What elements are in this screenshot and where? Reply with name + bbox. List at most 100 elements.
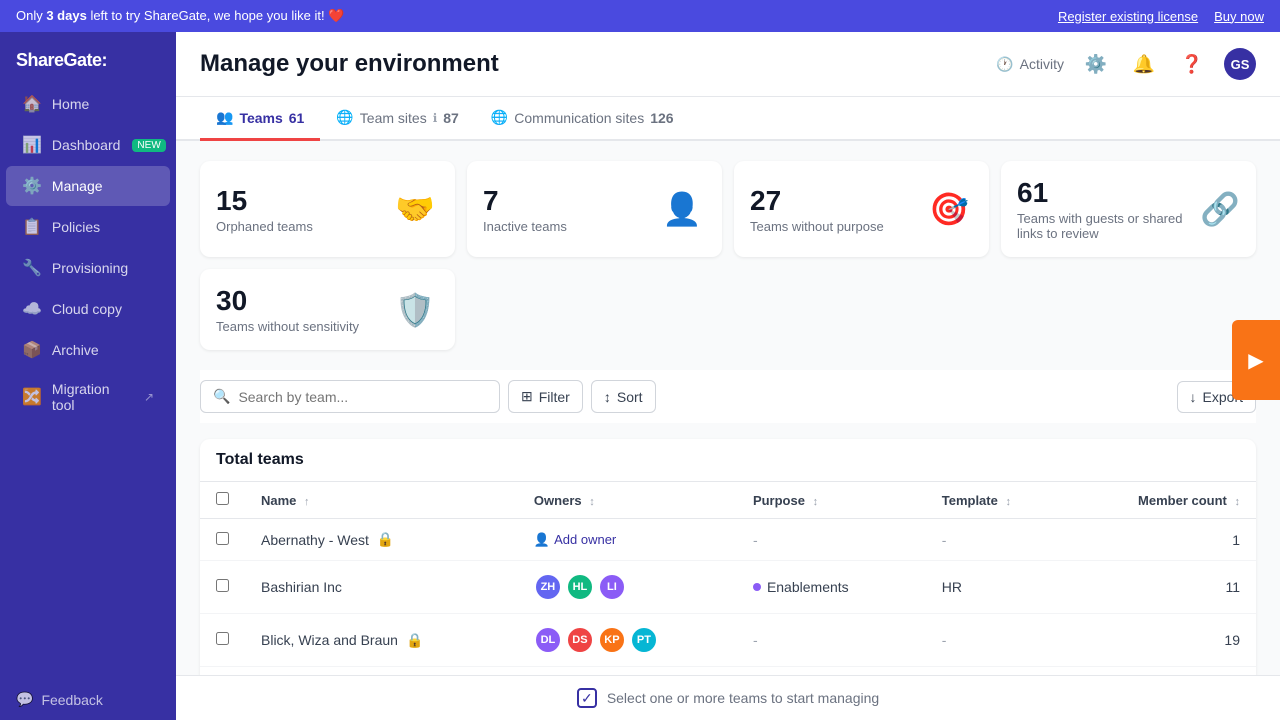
sidebar-item-manage[interactable]: ⚙️ Manage (6, 166, 170, 206)
member-count-cell: 1 (1068, 519, 1256, 561)
row-checkbox-cell[interactable] (200, 667, 245, 676)
owner-avatar: KP (598, 626, 626, 654)
sidebar-dashboard-label: Dashboard (52, 137, 121, 153)
row-checkbox-cell[interactable] (200, 519, 245, 561)
content-area: 15 Orphaned teams 🤝 7 Inactive teams 👤 2… (176, 141, 1280, 675)
guests-icon: 🔗 (1200, 185, 1240, 233)
purpose-cell: - (737, 519, 926, 561)
row-checkbox-cell[interactable] (200, 614, 245, 667)
migration-icon: 🔀 (22, 387, 42, 407)
template-header-label: Template (942, 493, 998, 508)
team-sites-tab-icon: 🌐 (336, 109, 353, 126)
select-all-header[interactable] (200, 482, 245, 519)
sort-button[interactable]: ↕ Sort (591, 380, 656, 413)
select-all-checkbox[interactable] (216, 492, 229, 505)
sidebar-migration-label: Migration tool (52, 381, 134, 413)
stat-card-guests[interactable]: 61 Teams with guests or shared links to … (1001, 161, 1256, 257)
inactive-count: 7 (483, 185, 567, 217)
sidebar-item-cloud-copy[interactable]: ☁️ Cloud copy (6, 289, 170, 329)
sidebar-item-home[interactable]: 🏠 Home (6, 84, 170, 124)
help-icon[interactable]: ❓ (1176, 48, 1208, 80)
stats-row: 15 Orphaned teams 🤝 7 Inactive teams 👤 2… (200, 161, 1256, 350)
tab-comm-sites[interactable]: 🌐 Communication sites 126 (475, 97, 690, 141)
sidebar-feedback[interactable]: 💬 Feedback (0, 679, 176, 720)
checkmark-icon: ✓ (581, 690, 593, 707)
tab-teams[interactable]: 👥 Teams 61 (200, 97, 320, 141)
team-name: Abernathy - West (261, 532, 369, 548)
panel-icon: ▶ (1248, 348, 1263, 373)
purpose-cell: - (737, 614, 926, 667)
sidebar-item-provisioning[interactable]: 🔧 Provisioning (6, 248, 170, 288)
row-checkbox[interactable] (216, 579, 229, 592)
manage-icon: ⚙️ (22, 176, 42, 196)
member-count-header-label: Member count (1138, 493, 1227, 508)
user-avatar[interactable]: GS (1224, 48, 1256, 80)
buy-now-link[interactable]: Buy now (1214, 9, 1264, 24)
member-count-cell: 11 (1068, 561, 1256, 614)
sidebar-item-archive[interactable]: 📦 Archive (6, 330, 170, 370)
comm-sites-tab-label: Communication sites (514, 110, 644, 126)
stat-card-no-purpose[interactable]: 27 Teams without purpose 🎯 (734, 161, 989, 257)
sidebar: ShareGate: 🏠 Home 📊 Dashboard NEW ⚙️ Man… (0, 32, 176, 720)
filter-button[interactable]: ⊞ Filter (508, 380, 583, 413)
search-input[interactable] (238, 389, 487, 405)
add-owner-button[interactable]: 👤 Add owner (534, 532, 616, 548)
right-action-bar[interactable]: ▶ (1232, 320, 1280, 400)
team-name-cell: Bashirian Inc (245, 561, 518, 614)
owner-avatar: PT (630, 626, 658, 654)
orphaned-icon: 🤝 (391, 185, 439, 233)
template-column-header[interactable]: Template ↕ (926, 482, 1068, 519)
row-checkbox[interactable] (216, 532, 229, 545)
register-license-link[interactable]: Register existing license (1058, 9, 1198, 24)
archive-icon: 📦 (22, 340, 42, 360)
teams-table: Name ↑ Owners ↕ Purpose ↕ (200, 482, 1256, 675)
tab-team-sites[interactable]: 🌐 Team sites ℹ 87 (320, 97, 475, 141)
teams-table-section: Total teams Name ↑ (200, 439, 1256, 675)
purpose-column-header[interactable]: Purpose ↕ (737, 482, 926, 519)
stat-card-no-sensitivity[interactable]: 30 Teams without sensitivity 🛡️ (200, 269, 455, 350)
owners-column-header[interactable]: Owners ↕ (518, 482, 737, 519)
table-row: Bode Inc 🔒 👤 Add owner (200, 667, 1256, 676)
stat-card-inactive[interactable]: 7 Inactive teams 👤 (467, 161, 722, 257)
header-actions: 🕐 Activity ⚙️ 🔔 ❓ GS (996, 48, 1256, 80)
feedback-icon: 💬 (16, 691, 33, 708)
table-column-headers: Name ↑ Owners ↕ Purpose ↕ (200, 482, 1256, 519)
tabs-bar: 👥 Teams 61 🌐 Team sites ℹ 87 🌐 Communica… (176, 97, 1280, 141)
sidebar-home-label: Home (52, 96, 89, 112)
search-box[interactable]: 🔍 (200, 380, 500, 413)
team-name: Blick, Wiza and Braun (261, 632, 398, 648)
sidebar-item-dashboard[interactable]: 📊 Dashboard NEW (6, 125, 170, 165)
stat-card-orphaned[interactable]: 15 Orphaned teams 🤝 (200, 161, 455, 257)
filter-label: Filter (539, 389, 570, 405)
sidebar-item-policies[interactable]: 📋 Policies (6, 207, 170, 247)
sidebar-item-migration[interactable]: 🔀 Migration tool ↗ (6, 371, 170, 423)
member-count-cell: 19 (1068, 614, 1256, 667)
add-person-icon: 👤 (534, 532, 550, 548)
table-row: Bashirian Inc ZH HL LI (200, 561, 1256, 614)
owners-cell: 👤 Add owner (518, 519, 737, 561)
notifications-icon[interactable]: 🔔 (1128, 48, 1160, 80)
sidebar-logo: ShareGate: (0, 32, 176, 83)
row-checkbox-cell[interactable] (200, 561, 245, 614)
purpose-dot (753, 583, 761, 591)
teams-tab-label: Teams (239, 110, 282, 126)
sort-label: Sort (617, 389, 643, 405)
table-row: Abernathy - West 🔒 👤 Add owner (200, 519, 1256, 561)
cloud-copy-icon: ☁️ (22, 299, 42, 319)
sort-icon: ↕ (604, 389, 611, 405)
row-checkbox[interactable] (216, 632, 229, 645)
banner-message: Only 3 days left to try ShareGate, we ho… (16, 8, 344, 24)
owner-avatar: DL (534, 626, 562, 654)
owner-avatar: HL (566, 573, 594, 601)
name-header-label: Name (261, 493, 296, 508)
purpose-cell: Office location (737, 667, 926, 676)
owners-cell: ZH HL LI (518, 561, 737, 614)
template-cell: - (926, 614, 1068, 667)
member-count-column-header[interactable]: Member count ↕ (1068, 482, 1256, 519)
activity-button[interactable]: 🕐 Activity (996, 56, 1064, 73)
settings-icon[interactable]: ⚙️ (1080, 48, 1112, 80)
name-column-header[interactable]: Name ↑ (245, 482, 518, 519)
owners-cell: 👤 Add owner (518, 667, 737, 676)
member-count-cell: 13 (1068, 667, 1256, 676)
policies-icon: 📋 (22, 217, 42, 237)
